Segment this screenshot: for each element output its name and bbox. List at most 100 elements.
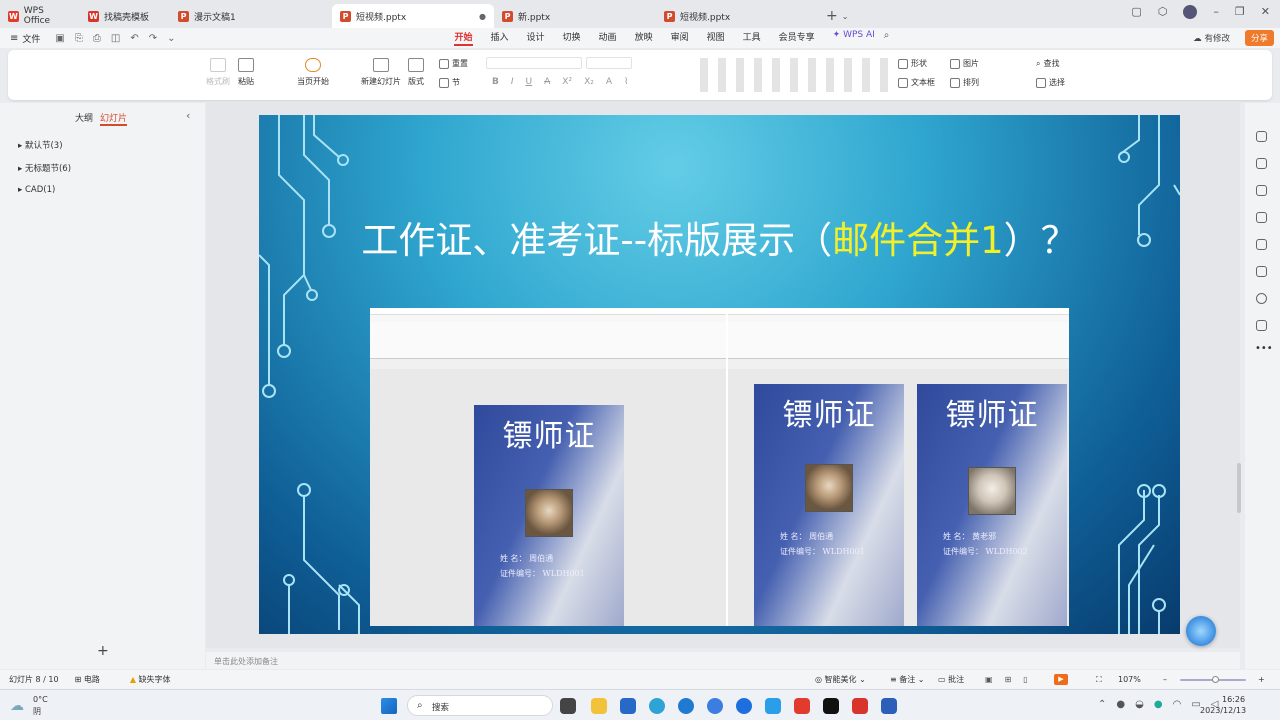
share-button[interactable]: 分享 — [1244, 30, 1274, 46]
hamburger-icon[interactable]: ≡ — [10, 33, 18, 44]
font-size-select[interactable] — [586, 57, 632, 69]
tab-presentation1[interactable]: P 漫示文稿1 — [170, 4, 332, 28]
select-button[interactable]: 选择 — [1036, 77, 1065, 88]
paste-button[interactable]: 粘贴 — [238, 58, 254, 87]
view-modes[interactable]: ▣ ⊞ ▯ — [985, 675, 1028, 684]
undo-icon[interactable]: ↶ — [130, 33, 138, 44]
more-icon[interactable]: ⌄ — [167, 33, 175, 44]
zoom-slider[interactable] — [1180, 676, 1246, 683]
acrobat-icon[interactable] — [852, 698, 868, 714]
redo-icon[interactable]: ↷ — [149, 33, 157, 44]
bold-icon[interactable]: B — [492, 77, 499, 87]
start-current-button[interactable]: 当页开始 — [297, 58, 329, 87]
format-painter-button[interactable]: 格式刷 — [206, 58, 230, 87]
tab-slideshow[interactable]: 放映 — [635, 30, 653, 46]
tab-wps-ai[interactable]: ✦ WPS AI — [833, 30, 875, 46]
tab-active-video[interactable]: P 短视频.pptx ● — [332, 4, 494, 28]
star-icon[interactable] — [1256, 158, 1267, 169]
preview-icon[interactable]: ◫ — [111, 33, 120, 44]
tab-home[interactable]: 开始 — [454, 30, 473, 46]
normal-view-icon[interactable]: ▣ — [985, 675, 993, 684]
close-icon[interactable]: ● — [479, 12, 486, 21]
zoom-level[interactable]: 107% — [1118, 675, 1141, 684]
arrange-button[interactable]: 排列 — [950, 77, 979, 88]
clock-date[interactable]: 2023/12/13 — [1200, 706, 1246, 715]
new-tab-button[interactable]: + ⌄ — [818, 4, 856, 28]
section-cad[interactable]: ▸ CAD(1) — [18, 185, 55, 195]
app2-icon[interactable] — [765, 698, 781, 714]
tab-review[interactable]: 审阅 — [671, 30, 689, 46]
ai-assistant-button[interactable] — [1186, 616, 1216, 646]
notes-placeholder[interactable]: 单击此处添加备注 — [206, 652, 1240, 669]
theme-name[interactable]: ⊞ 电路 — [75, 674, 100, 685]
task-view-icon[interactable] — [560, 698, 576, 714]
search-icon[interactable]: ⌕ — [884, 30, 890, 46]
subscript-icon[interactable]: X₂ — [584, 77, 594, 87]
kugou-icon[interactable] — [736, 698, 752, 714]
app-icon[interactable] — [707, 698, 723, 714]
missing-font[interactable]: ▲ 缺失字体 — [130, 674, 171, 685]
wps-icon[interactable] — [794, 698, 810, 714]
print-icon[interactable]: ⎙ — [93, 33, 101, 44]
tab-slides[interactable]: 幻灯片 — [100, 111, 128, 126]
start-button[interactable] — [381, 698, 397, 714]
chevron-up-icon[interactable]: ⌃ — [1098, 699, 1106, 710]
font-color-icon[interactable]: A — [606, 77, 612, 87]
tab-animation[interactable]: 动画 — [599, 30, 617, 46]
export-icon[interactable]: ⎘ — [75, 33, 83, 44]
tab-wps-office[interactable]: W WPS Office — [0, 4, 80, 28]
transform-icon[interactable] — [1256, 212, 1267, 223]
picture-button[interactable]: 图片 — [950, 58, 979, 69]
zoom-out-icon[interactable]: – — [1163, 675, 1167, 684]
edge-icon[interactable] — [649, 698, 665, 714]
new-slide-button[interactable]: 新建幻灯片 — [361, 58, 401, 87]
italic-icon[interactable]: I — [511, 77, 514, 87]
tab-view[interactable]: 视图 — [707, 30, 725, 46]
zoom-in-icon[interactable]: + — [1258, 675, 1265, 684]
more-icon[interactable]: ••• — [1255, 343, 1273, 354]
shape-button[interactable]: 形状 — [898, 58, 927, 69]
save-icon[interactable]: ▣ — [55, 33, 64, 44]
reading-view-icon[interactable]: ▯ — [1023, 675, 1027, 684]
section-button[interactable]: 节 — [439, 77, 460, 88]
word-icon[interactable] — [881, 698, 897, 714]
play-button[interactable]: ▶ — [1054, 674, 1068, 685]
comment-toggle[interactable]: ▭ 批注 — [938, 674, 964, 685]
tab-video2[interactable]: P 短视频.pptx — [656, 4, 818, 28]
tab-new[interactable]: P 新.pptx — [494, 4, 656, 28]
smart-beautify[interactable]: ◎ 智能美化 ⌄ — [815, 674, 866, 685]
tab-outline[interactable]: 大纲 — [75, 111, 93, 124]
file-explorer-icon[interactable] — [591, 698, 607, 714]
highlight-icon[interactable]: ⌇ — [624, 77, 628, 87]
app-tray-icon[interactable]: ● — [1154, 699, 1163, 710]
superscript-icon[interactable]: X² — [562, 77, 572, 87]
layout-icon[interactable]: ▢ — [1131, 5, 1141, 19]
slide[interactable]: 工作证、准考证--标版展示（邮件合并1）？ 镖师证 姓 名： 周伯通 证件编号： … — [259, 115, 1180, 634]
layout-button[interactable]: 版式 — [408, 58, 424, 87]
section-untitled[interactable]: ▸ 无标题节(6) — [18, 162, 71, 174]
reset-button[interactable]: 重置 — [439, 58, 468, 69]
search-box[interactable]: ⌕ 搜索 — [407, 695, 553, 716]
strike-icon[interactable]: A — [544, 77, 550, 87]
copy-icon[interactable] — [1256, 185, 1267, 196]
window-icon[interactable] — [1256, 266, 1267, 277]
tab-tools[interactable]: 工具 — [743, 30, 761, 46]
slider-thumb[interactable] — [1212, 676, 1219, 683]
tab-insert[interactable]: 插入 — [491, 30, 509, 46]
tab-member[interactable]: 会员专享 — [779, 30, 815, 46]
settings-icon[interactable] — [1256, 131, 1267, 142]
store-icon[interactable] — [620, 698, 636, 714]
mic-icon[interactable]: ● — [1116, 699, 1125, 710]
network-icon[interactable]: ◒ — [1135, 699, 1144, 710]
tab-design[interactable]: 设计 — [527, 30, 545, 46]
add-slide-button[interactable]: + — [97, 643, 109, 659]
restore-icon[interactable]: ❐ — [1235, 5, 1245, 19]
avatar[interactable] — [1183, 5, 1198, 19]
help-icon[interactable] — [1256, 293, 1267, 304]
sorter-view-icon[interactable]: ⊞ — [1005, 675, 1012, 684]
section-default[interactable]: ▸ 默认节(3) — [18, 139, 63, 151]
clock-time[interactable]: 16:26 — [1222, 695, 1245, 704]
collapse-icon[interactable]: ‹ — [186, 109, 190, 122]
underline-icon[interactable]: U — [526, 77, 533, 87]
font-name-select[interactable] — [486, 57, 582, 69]
